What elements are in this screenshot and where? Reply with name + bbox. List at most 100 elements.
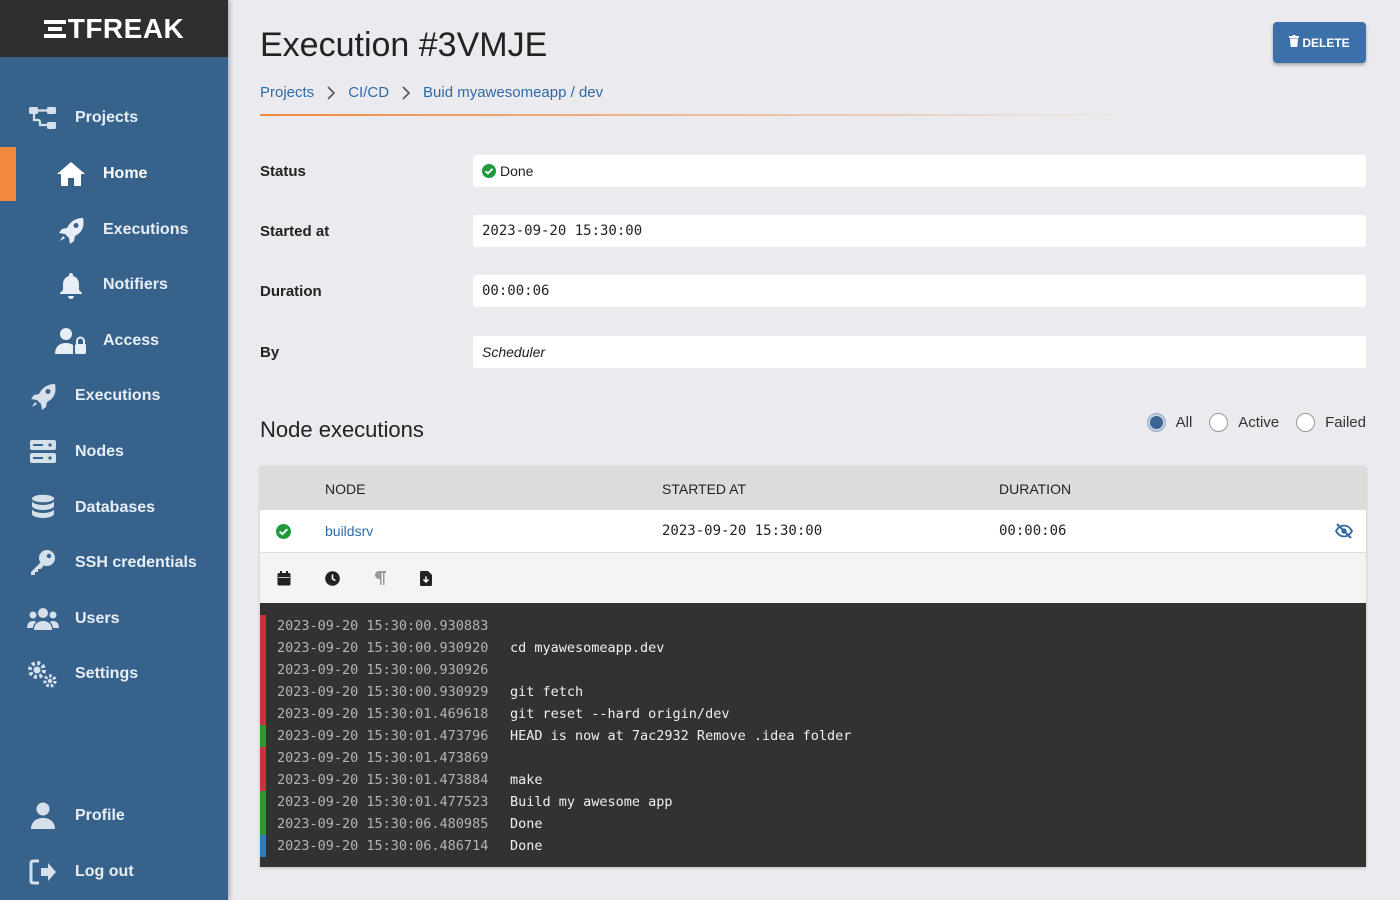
started-label: Started at (260, 223, 330, 240)
log-timestamp: 2023-09-20 15:30:01.473884 (277, 772, 489, 788)
radio-dot (1296, 413, 1316, 432)
log-stream-marker (260, 659, 266, 681)
sidebar-item-settings[interactable]: Settings (0, 647, 228, 701)
server-icon (27, 436, 59, 468)
calendar-icon[interactable] (276, 570, 292, 586)
log-stream-marker (260, 637, 266, 659)
log-timestamp: 2023-09-20 15:30:00.930883 (277, 618, 489, 634)
table-row[interactable]: buildsrv 2023-09-20 15:30:00 00:00:06 (260, 510, 1366, 553)
rocket-icon (55, 214, 87, 246)
log-timestamp: 2023-09-20 15:30:01.473796 (277, 728, 489, 744)
sidebar-item-label: Users (75, 610, 120, 627)
sidebar: TFREAK Projects Home Executions Notifier… (0, 0, 228, 900)
log-stream-marker (260, 747, 266, 769)
started-row: Started at 2023-09-20 15:30:00 (260, 215, 1366, 247)
sidebar-item-label: Nodes (75, 443, 124, 460)
eye-slash-icon[interactable] (1334, 523, 1354, 542)
sidebar-item-notifiers[interactable]: Notifiers (0, 258, 228, 312)
node-executions-table: NODE STARTED AT DURATION buildsrv 2023-0… (260, 466, 1366, 867)
logo-mark-icon (43, 18, 66, 40)
file-download-icon[interactable] (418, 570, 434, 586)
sidebar-item-databases[interactable]: Databases (0, 481, 228, 535)
sidebar-item-label: Home (103, 165, 148, 182)
column-header-duration[interactable]: DURATION (999, 481, 1071, 497)
sidebar-item-profile[interactable]: Profile (0, 789, 228, 843)
breadcrumb: Projects CI/CD Buid myawesomeapp / dev (260, 84, 603, 101)
filter-all-radio[interactable]: All (1146, 413, 1193, 432)
node-executions-title: Node executions (260, 417, 424, 442)
breadcrumb-project[interactable]: Buid myawesomeapp / dev (423, 84, 603, 101)
user-icon (27, 800, 59, 832)
log-line: 2023-09-20 15:30:06.480985 Done (260, 813, 1366, 835)
trash-icon (1289, 35, 1300, 50)
check-circle-icon (482, 164, 496, 178)
log-message: HEAD is now at 7ac2932 Remove .idea fold… (510, 728, 852, 744)
log-line: 2023-09-20 15:30:01.469618 git reset --ha… (260, 703, 1366, 725)
sidebar-item-executions[interactable]: Executions (0, 369, 228, 423)
duration-field: 00:00:06 (473, 275, 1366, 307)
sidebar-item-project-executions[interactable]: Executions (0, 203, 228, 257)
breadcrumb-projects[interactable]: Projects (260, 84, 314, 101)
log-stream-marker (260, 615, 266, 637)
filter-label: Active (1238, 414, 1280, 431)
radio-dot (1146, 413, 1166, 432)
sidebar-item-label: Profile (75, 807, 125, 824)
log-stream-marker (260, 791, 266, 813)
sidebar-item-ssh-credentials[interactable]: SSH credentials (0, 536, 228, 590)
by-field: Scheduler (473, 336, 1366, 368)
status-label: Status (260, 163, 306, 180)
sidebar-item-projects[interactable]: Projects (0, 91, 228, 145)
log-stream-marker (260, 769, 266, 791)
sidebar-item-label: Executions (103, 221, 189, 238)
log-timestamp: 2023-09-20 15:30:01.477523 (277, 794, 489, 810)
duration-label: Duration (260, 283, 322, 300)
app-logo[interactable]: TFREAK (0, 0, 228, 57)
status-row: Status Done (260, 155, 1366, 187)
log-timestamp: 2023-09-20 15:30:01.473869 (277, 750, 489, 766)
table-header: NODE STARTED AT DURATION (260, 466, 1366, 510)
filter-failed-radio[interactable]: Failed (1296, 413, 1366, 432)
sidebar-item-logout[interactable]: Log out (0, 845, 228, 899)
check-circle-icon (276, 524, 291, 542)
sidebar-item-label: SSH credentials (75, 554, 197, 571)
sidebar-item-nodes[interactable]: Nodes (0, 425, 228, 479)
delete-label: DELETE (1302, 35, 1350, 50)
log-line: 2023-09-20 15:30:01.473796 HEAD is now at… (260, 725, 1366, 747)
radio-dot (1209, 413, 1229, 432)
cogs-icon (27, 658, 59, 690)
filter-label: Failed (1325, 414, 1366, 431)
sidebar-item-home[interactable]: Home (0, 147, 228, 201)
sidebar-item-users[interactable]: Users (0, 592, 228, 646)
column-header-started-at[interactable]: STARTED AT (662, 481, 746, 497)
log-timestamp: 2023-09-20 15:30:01.469618 (277, 706, 489, 722)
breadcrumb-divider (260, 114, 1140, 116)
database-icon (27, 492, 59, 524)
log-message: make (510, 772, 543, 788)
clock-icon[interactable] (324, 570, 340, 586)
log-line: 2023-09-20 15:30:00.930926 (260, 659, 1366, 681)
log-line: 2023-09-20 15:30:01.477523 Build my aweso… (260, 791, 1366, 813)
log-line: 2023-09-20 15:30:00.930883 (260, 615, 1366, 637)
log-line: 2023-09-20 15:30:01.473884 make (260, 769, 1366, 791)
home-icon (55, 158, 87, 190)
sidebar-item-label: Executions (75, 387, 161, 404)
log-timestamp: 2023-09-20 15:30:00.930926 (277, 662, 489, 678)
delete-button[interactable]: DELETE (1273, 22, 1366, 63)
row-started-at: 2023-09-20 15:30:00 (662, 523, 823, 539)
paragraph-icon[interactable] (372, 570, 388, 586)
users-icon (27, 603, 59, 635)
column-header-node[interactable]: NODE (325, 481, 365, 497)
breadcrumb-ci-cd[interactable]: CI/CD (348, 84, 389, 101)
log-line: 2023-09-20 15:30:06.486714 Done (260, 835, 1366, 857)
log-message: Build my awesome app (510, 794, 673, 810)
log-timestamp: 2023-09-20 15:30:00.930929 (277, 684, 489, 700)
log-line: 2023-09-20 15:30:00.930929 git fetch (260, 681, 1366, 703)
chevron-right-icon (326, 85, 336, 100)
log-toolbar (260, 553, 1366, 603)
filter-label: All (1175, 414, 1193, 431)
logo-text: TFREAK (67, 12, 185, 44)
node-link[interactable]: buildsrv (325, 523, 373, 539)
filter-active-radio[interactable]: Active (1209, 413, 1279, 432)
log-message: cd myawesomeapp.dev (510, 640, 665, 656)
sidebar-item-access[interactable]: Access (0, 314, 228, 368)
